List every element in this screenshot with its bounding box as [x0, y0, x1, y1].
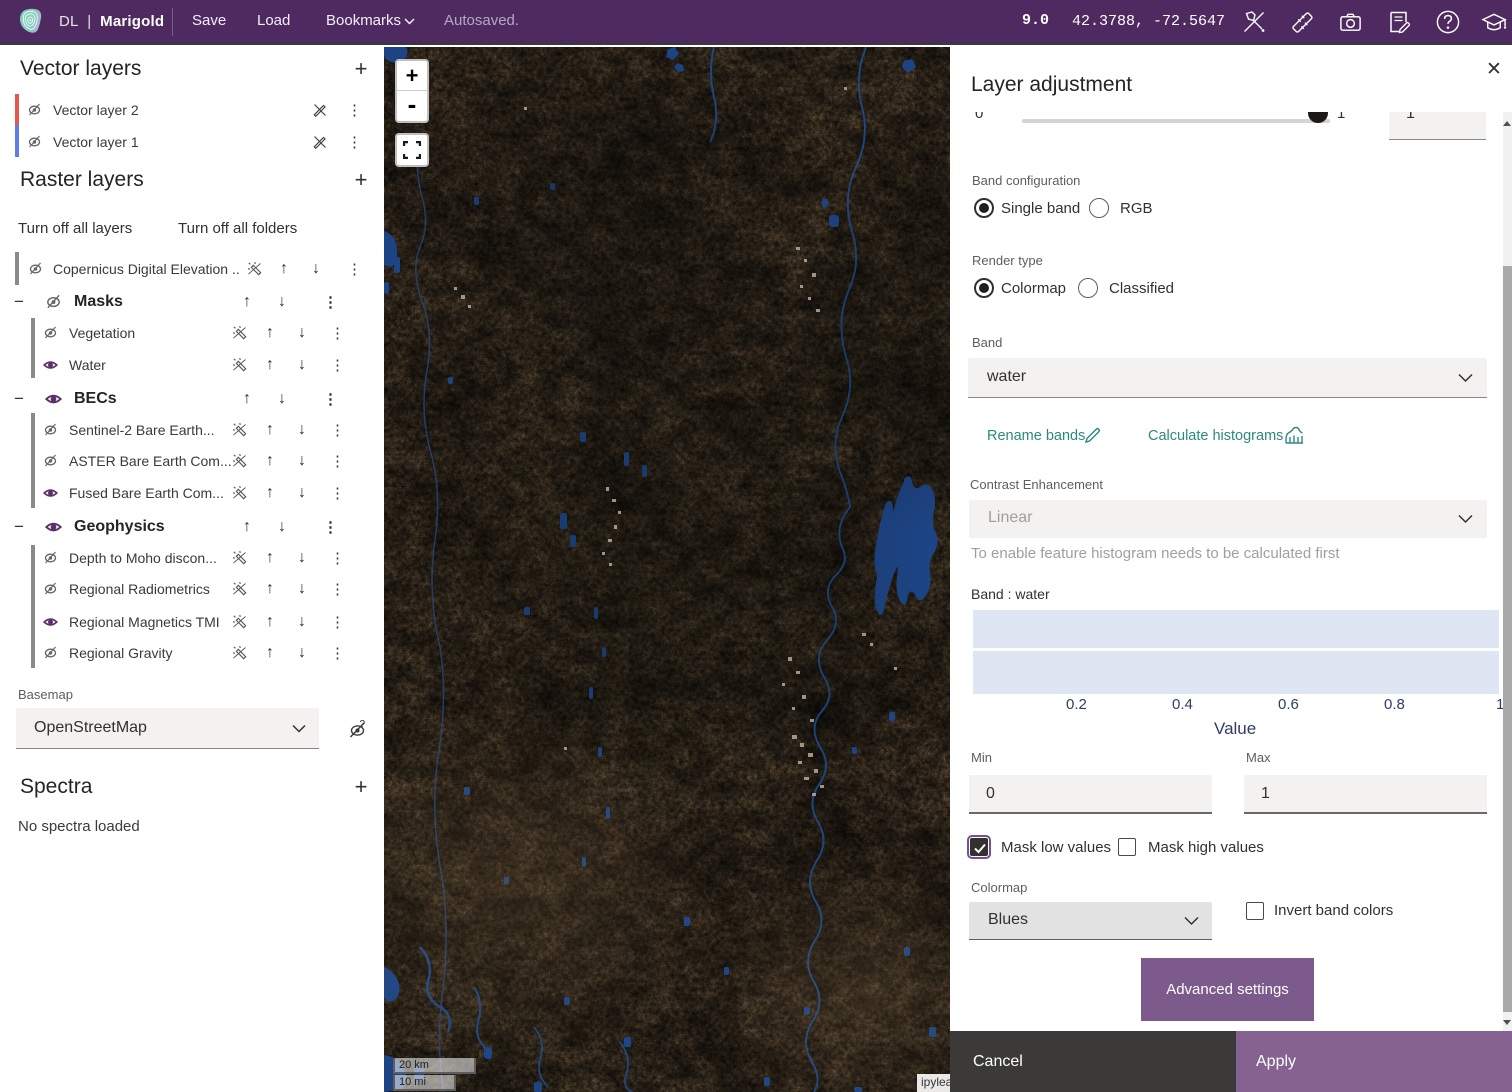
svg-text:?: ?: [360, 719, 366, 730]
